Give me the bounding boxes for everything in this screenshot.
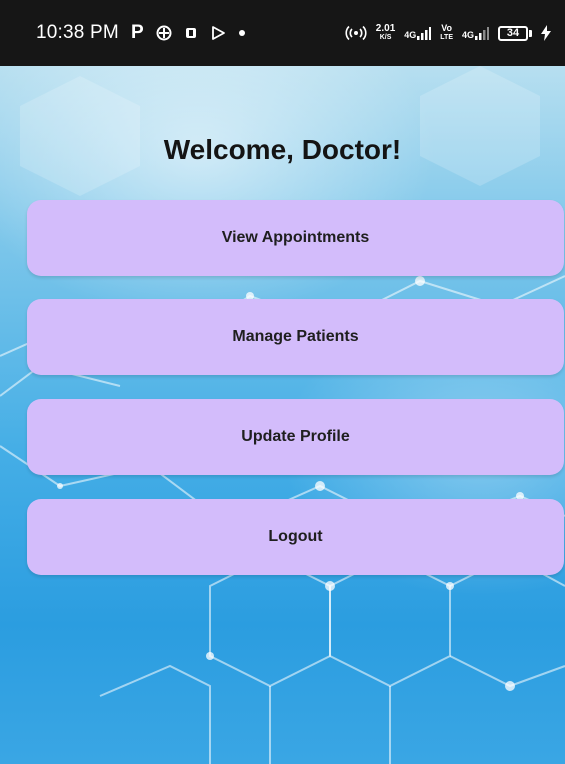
update-profile-button[interactable]: Update Profile [27,399,564,475]
system-icons: 2.01 K/S 4G Vo LTE 4G 34 [345,24,551,42]
speed-unit: K/S [379,34,392,41]
logout-button[interactable]: Logout [27,499,564,575]
manage-patients-button[interactable]: Manage Patients [27,299,564,375]
cross-circle-icon [156,25,172,41]
volte-icon: Vo LTE [440,24,453,42]
view-appointments-button[interactable]: View Appointments [27,200,564,276]
battery-icon: 34 [498,25,532,41]
app-screen: 10:38 PM P 2.01 K/S 4G Vo LTE 4G 34 Welc… [0,0,565,764]
status-bar: 10:38 PM P 2.01 K/S 4G Vo LTE 4G 34 [0,0,565,66]
volte-top: Vo [441,23,453,33]
hotspot-icon [345,25,367,41]
speed-value: 2.01 [375,23,396,34]
net2-label: 4G [461,29,474,40]
volte-bottom: LTE [440,34,453,41]
page-title: Welcome, Doctor! [163,134,402,165]
signal-4g-icon-2: 4G [461,26,489,40]
dot-icon [238,29,246,37]
network-speed: 2.01 K/S [376,24,395,42]
charging-bolt-icon [541,25,551,41]
film-icon [184,26,198,40]
net1-label: 4G [404,29,417,40]
status-time: 10:38 PM [36,22,119,43]
signal-4g-icon-1: 4G [404,26,432,40]
battery-level: 34 [498,25,528,41]
notification-icons: P [131,22,246,44]
p-app-icon: P [130,22,144,43]
play-icon [210,25,226,41]
